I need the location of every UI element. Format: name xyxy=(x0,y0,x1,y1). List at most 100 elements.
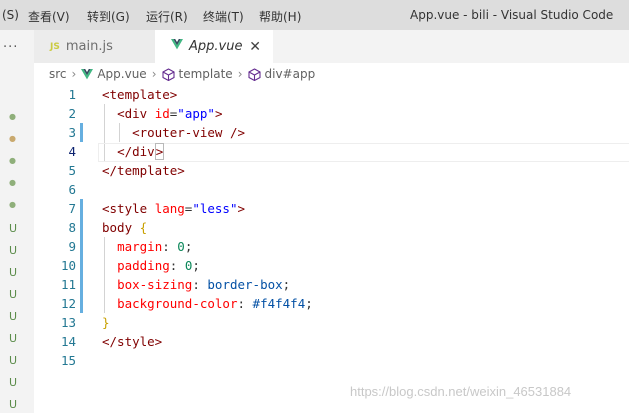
breadcrumb-label: template xyxy=(178,67,233,81)
line-number: 13 xyxy=(60,315,76,330)
cube-symbol-icon xyxy=(161,67,175,81)
breadcrumb-app-vue[interactable]: App.vue xyxy=(81,67,147,81)
line-number: 3 xyxy=(68,125,76,140)
code-token: > xyxy=(214,106,223,121)
cube-symbol-icon xyxy=(247,67,261,81)
scm-untracked-marker[interactable]: U xyxy=(9,244,17,257)
watermark-text: https://blog.csdn.net/weixin_46531884 xyxy=(350,384,572,399)
scm-modified-dot[interactable]: ● xyxy=(9,112,16,121)
line-number: 10 xyxy=(60,258,76,273)
line-number: 9 xyxy=(68,239,76,254)
scm-untracked-marker[interactable]: U xyxy=(9,266,17,279)
scm-modified-dot[interactable]: ● xyxy=(9,178,16,187)
menu-view[interactable]: 查看(V) xyxy=(28,8,70,25)
code-token: ; xyxy=(282,277,291,292)
code-token: > xyxy=(154,143,165,160)
code-line: 7 <style lang="less"> xyxy=(34,199,629,218)
scm-modified-dot[interactable]: ● xyxy=(9,156,16,165)
code-token: </template> xyxy=(102,163,185,178)
scm-untracked-marker[interactable]: U xyxy=(9,310,17,323)
code-token: ; xyxy=(192,258,200,273)
code-token: id xyxy=(154,106,170,121)
code-token: : xyxy=(192,277,208,292)
vue-file-icon xyxy=(81,68,94,80)
tab-main-js[interactable]: JS main.js xyxy=(34,30,155,63)
chevron-right-icon: › xyxy=(237,67,243,81)
window-title: App.vue - bili - Visual Studio Code xyxy=(410,8,614,22)
code-editor[interactable]: 1 <template> 2 <div id="app"> 3 <router-… xyxy=(34,85,629,413)
line-number: 5 xyxy=(68,163,76,178)
code-token: <div xyxy=(117,106,148,121)
line-number: 14 xyxy=(60,334,76,349)
scm-untracked-marker[interactable]: U xyxy=(9,332,17,345)
code-line: 1 <template> xyxy=(34,85,629,104)
javascript-file-icon: JS xyxy=(50,41,60,52)
code-token: ; xyxy=(305,296,313,311)
chevron-right-icon: › xyxy=(151,67,157,81)
code-line: 6 xyxy=(34,180,629,199)
code-token: : xyxy=(169,258,185,273)
menu-selection[interactable]: (S) xyxy=(2,8,19,22)
scm-untracked-marker[interactable]: U xyxy=(9,354,17,367)
tab-label: App.vue xyxy=(189,39,243,54)
code-token: </div xyxy=(117,144,155,159)
code-line: 13 } xyxy=(34,313,629,332)
code-token: background-color xyxy=(117,296,238,311)
line-number: 1 xyxy=(68,87,76,102)
scm-untracked-marker[interactable]: U xyxy=(9,398,17,411)
scm-untracked-marker[interactable]: U xyxy=(9,222,17,235)
breadcrumb-src[interactable]: src xyxy=(49,67,67,81)
line-number: 7 xyxy=(68,201,76,216)
breadcrumb-div-app[interactable]: div#app xyxy=(247,67,316,81)
menu-run[interactable]: 运行(R) xyxy=(146,8,188,25)
scm-untracked-marker[interactable]: U xyxy=(9,376,17,389)
scm-modified-dot[interactable]: ● xyxy=(9,134,16,143)
scm-untracked-marker[interactable]: U xyxy=(9,288,17,301)
code-line: 8 body { xyxy=(34,218,629,237)
code-line: 9 margin: 0; xyxy=(34,237,629,256)
code-token: </style> xyxy=(102,334,163,349)
line-number: 11 xyxy=(60,277,76,292)
code-line: 2 <div id="app"> xyxy=(34,104,629,123)
code-line: 15 xyxy=(34,351,629,370)
code-token: lang xyxy=(154,201,185,216)
breadcrumb-label: App.vue xyxy=(97,67,147,81)
menu-terminal[interactable]: 终端(T) xyxy=(203,8,244,25)
code-token: border-box xyxy=(207,277,283,292)
code-token: padding xyxy=(117,258,170,273)
code-token: body xyxy=(102,220,133,235)
code-token: <style xyxy=(102,201,148,216)
code-token: margin xyxy=(117,239,163,254)
code-line: 11 box-sizing: border-box; xyxy=(34,275,629,294)
code-token: #f4f4f4 xyxy=(252,296,306,311)
scm-modified-dot[interactable]: ● xyxy=(9,200,16,209)
breadcrumb-label: div#app xyxy=(264,67,316,81)
code-token: : xyxy=(162,239,178,254)
code-line: 14 </style> xyxy=(34,332,629,351)
line-number: 6 xyxy=(68,182,76,197)
code-token: "less" xyxy=(192,201,238,216)
code-token: <router-view /> xyxy=(132,125,245,140)
menu-go[interactable]: 转到(G) xyxy=(87,8,130,25)
line-number: 4 xyxy=(68,144,76,159)
breadcrumb-template[interactable]: template xyxy=(161,67,233,81)
code-token: "app" xyxy=(177,106,215,121)
code-token: { xyxy=(139,220,148,235)
vue-file-icon xyxy=(171,39,183,54)
code-token: 0 xyxy=(177,239,185,254)
line-number: 8 xyxy=(68,220,76,235)
code-line: 4 </div> xyxy=(34,142,629,161)
code-line: 10 padding: 0; xyxy=(34,256,629,275)
line-number: 12 xyxy=(60,296,76,311)
code-token: > xyxy=(237,201,246,216)
code-token: : xyxy=(237,296,253,311)
code-token: } xyxy=(102,315,110,330)
line-number: 2 xyxy=(68,106,76,121)
code-line: 3 <router-view /> xyxy=(34,123,629,142)
tab-app-vue[interactable]: App.vue ✕ xyxy=(155,30,273,63)
code-line: 5 </template> xyxy=(34,161,629,180)
more-actions-icon[interactable]: ··· xyxy=(3,40,18,55)
close-tab-icon[interactable]: ✕ xyxy=(249,39,261,55)
menu-bar: (S) 查看(V) 转到(G) 运行(R) 终端(T) 帮助(H) App.vu… xyxy=(0,0,629,30)
menu-help[interactable]: 帮助(H) xyxy=(259,8,301,25)
